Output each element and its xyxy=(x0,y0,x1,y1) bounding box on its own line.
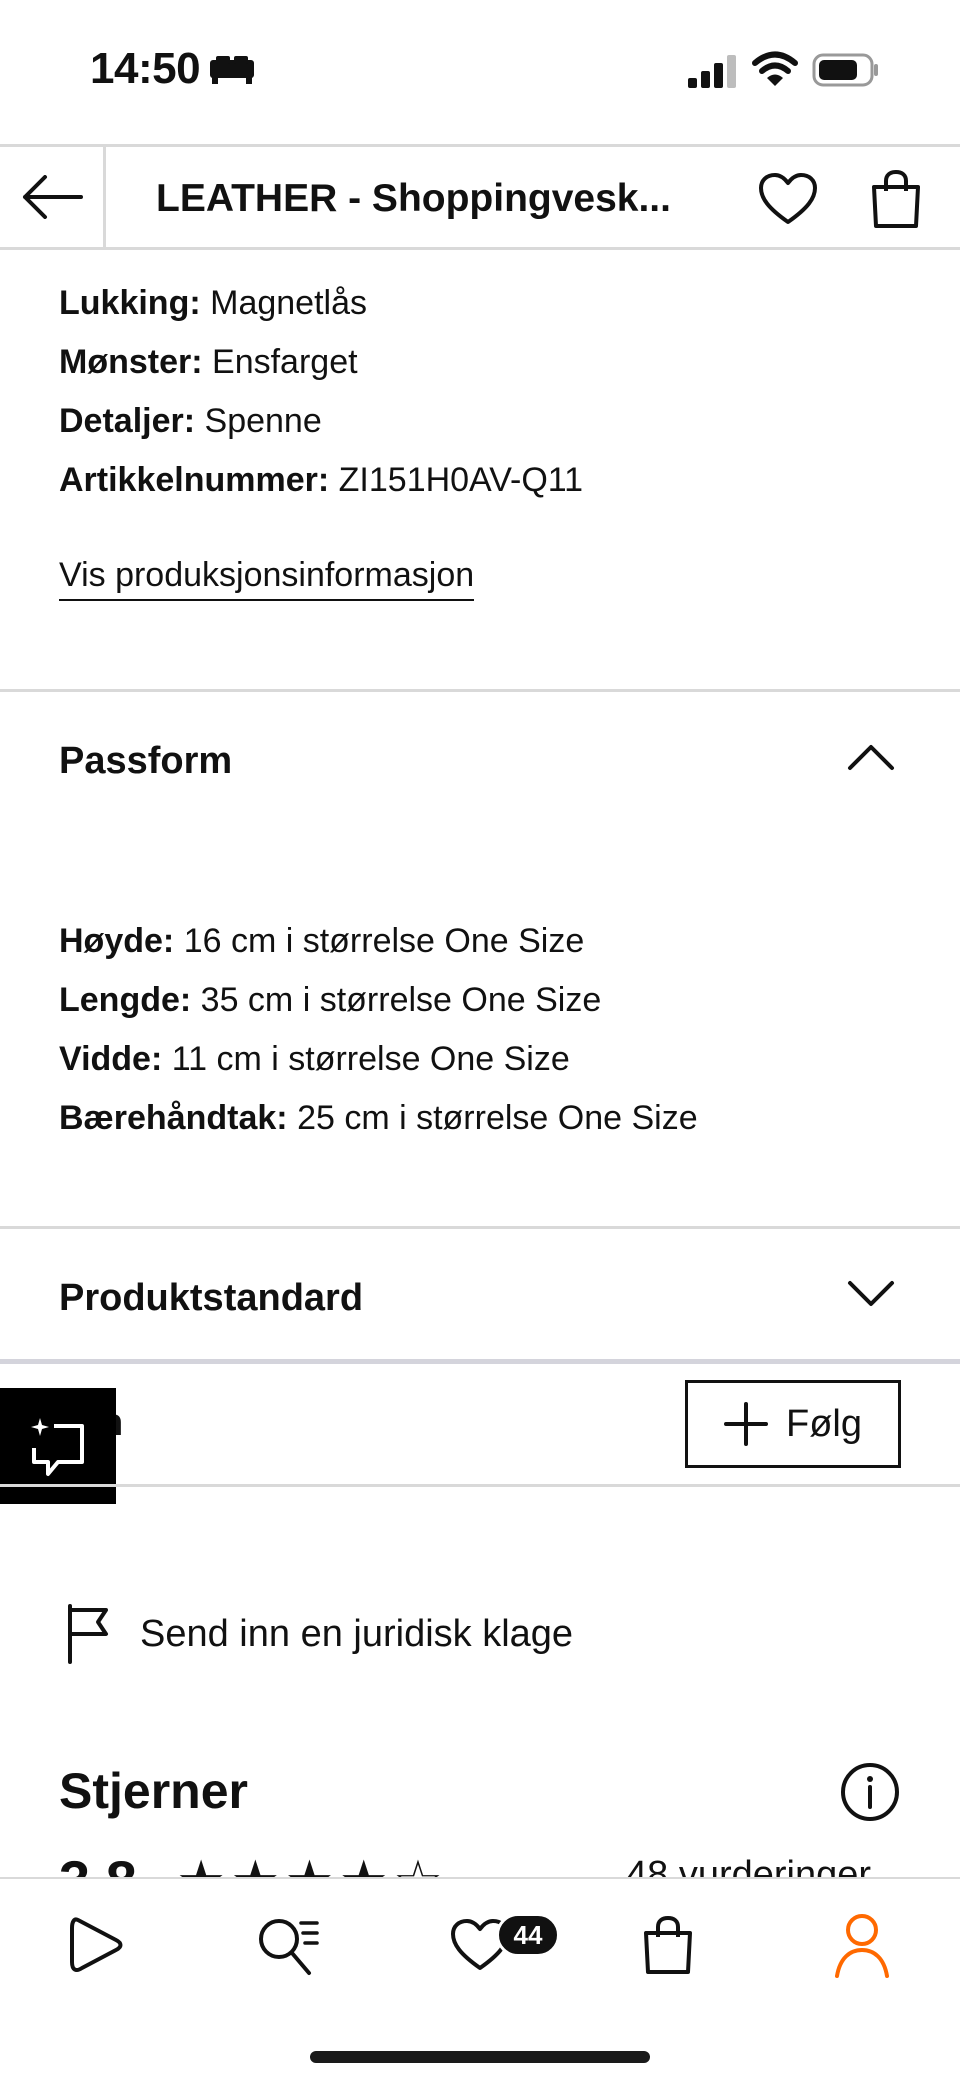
search-icon xyxy=(259,1919,319,1975)
status-bar: 14:50 xyxy=(0,0,960,144)
attribute-label: Lukking: xyxy=(59,284,201,322)
play-logo-icon xyxy=(70,1917,123,1972)
profile-icon xyxy=(835,1914,889,1978)
attribute-closure: Lukking: Magnetlås xyxy=(59,284,367,323)
attribute-label: Artikkelnummer: xyxy=(59,461,330,499)
star-rating-icons: ★★★★☆ xyxy=(176,1848,447,1878)
attribute-details: Detaljer: Spenne xyxy=(59,402,322,441)
fit-value: 16 cm i størrelse One Size xyxy=(183,922,585,960)
divider xyxy=(0,1484,960,1487)
chevron-down-icon[interactable] xyxy=(846,1279,896,1309)
attribute-label: Detaljer: xyxy=(59,402,196,440)
legal-claim-link[interactable]: Send inn en juridisk klage xyxy=(66,1604,573,1664)
product-standard-title[interactable]: Produktstandard xyxy=(59,1277,363,1320)
fit-value: 25 cm i størrelse One Size xyxy=(297,1099,698,1137)
chevron-up-icon[interactable] xyxy=(846,742,896,772)
attribute-value: Ensfarget xyxy=(212,343,358,381)
production-info-link[interactable]: Vis produksjonsinformasjon xyxy=(59,556,475,601)
back-button[interactable] xyxy=(0,147,106,247)
plus-icon xyxy=(724,1402,768,1446)
sleep-mode-icon xyxy=(210,56,254,84)
fit-value: 35 cm i størrelse One Size xyxy=(200,981,602,1019)
attribute-label: Mønster: xyxy=(59,343,203,381)
rating-summary: 3,8 ★★★★☆ 48 vurderinger xyxy=(0,1840,960,1878)
follow-label: Følg xyxy=(786,1402,862,1445)
rating-value: 3,8 xyxy=(59,1848,137,1878)
cellular-signal-icon xyxy=(688,55,736,88)
battery-icon xyxy=(812,53,878,87)
sparkle-chat-icon xyxy=(31,1418,84,1476)
legal-claim-label: Send inn en juridisk klage xyxy=(140,1612,574,1655)
fit-handle: Bærehåndtak: 25 cm i størrelse One Size xyxy=(59,1099,698,1138)
fit-length: Lengde: 35 cm i størrelse One Size xyxy=(59,981,601,1020)
status-time: 14:50 xyxy=(90,44,201,93)
tab-search[interactable] xyxy=(252,1909,324,1981)
page-title: LEATHER - Shoppingvesk... xyxy=(156,177,671,220)
product-header: LEATHER - Shoppingvesk... xyxy=(0,144,960,250)
attribute-article-number: Artikkelnummer: ZI151H0AV-Q11 xyxy=(59,461,583,500)
fit-value: 11 cm i størrelse One Size xyxy=(171,1040,570,1078)
home-indicator xyxy=(310,2051,650,2063)
fit-label: Høyde: xyxy=(59,922,175,960)
arrow-left-icon xyxy=(22,175,83,219)
fit-height: Høyde: 16 cm i størrelse One Size xyxy=(59,922,584,961)
tab-home[interactable] xyxy=(60,1909,132,1981)
fit-label: Lengde: xyxy=(59,981,192,1019)
rating-count[interactable]: 48 vurderinger xyxy=(626,1854,871,1878)
fit-width: Vidde: 11 cm i størrelse One Size xyxy=(59,1040,570,1079)
wifi-icon xyxy=(752,51,798,86)
divider xyxy=(0,689,960,692)
wishlist-count-badge: 44 xyxy=(496,1913,560,1957)
wishlist-button[interactable] xyxy=(758,169,818,229)
cart-button[interactable] xyxy=(866,169,926,229)
tab-cart[interactable] xyxy=(632,1909,704,1981)
shopping-bag-icon xyxy=(872,169,920,228)
info-icon[interactable] xyxy=(840,1762,900,1822)
attribute-value: Magnetlås xyxy=(210,284,367,322)
shopping-bag-icon xyxy=(644,1915,692,1974)
attribute-pattern: Mønster: Ensfarget xyxy=(59,343,358,382)
attribute-value: Spenne xyxy=(204,402,322,440)
follow-button[interactable]: Følg xyxy=(685,1380,901,1468)
attribute-value: ZI151H0AV-Q11 xyxy=(338,461,584,499)
rating-title: Stjerner xyxy=(59,1763,248,1819)
flag-icon xyxy=(68,1604,108,1664)
divider xyxy=(0,1226,960,1229)
fit-label: Bærehåndtak: xyxy=(59,1099,288,1137)
fit-label: Vidde: xyxy=(59,1040,163,1078)
tab-profile[interactable] xyxy=(826,1909,898,1981)
divider xyxy=(0,1359,960,1364)
bottom-tab-bar: 44 xyxy=(0,1877,960,2081)
heart-icon xyxy=(759,173,817,224)
fit-section-title[interactable]: Passform xyxy=(59,740,232,783)
